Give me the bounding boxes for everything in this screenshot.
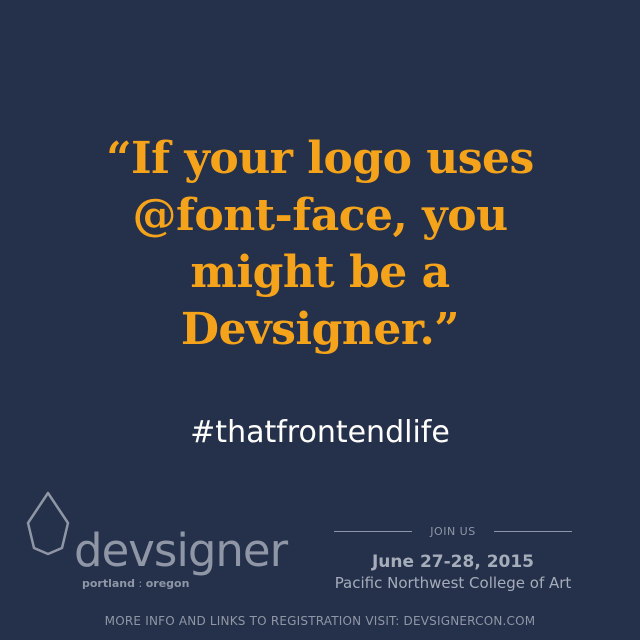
quote-line-3: might be a: [190, 247, 450, 298]
join-label: JOIN US: [430, 525, 476, 538]
quote-line-2: @font-face, you: [132, 190, 508, 241]
join-row: JOIN US: [322, 525, 584, 538]
logo-wordmark: devsigner: [74, 524, 288, 577]
event-date: June 27-28, 2015: [371, 552, 535, 572]
quote-line-1: “If your logo uses: [106, 133, 534, 184]
event-info: JOIN US June 27-28, 2015 Pacific Northwe…: [322, 525, 584, 592]
logo-location-separator: :: [135, 577, 146, 590]
drop-outline-icon: [26, 491, 70, 556]
logo-location-state: oregon: [145, 577, 190, 590]
quote-text: “If your logo uses @font-face, you might…: [0, 130, 640, 358]
logo-location: portland : oregon: [82, 577, 189, 590]
footer-text: MORE INFO AND LINKS TO REGISTRATION VISI…: [104, 614, 536, 628]
logo-location-city: portland: [82, 577, 136, 590]
quote-line-4: Devsigner.”: [180, 304, 460, 355]
event-venue: Pacific Northwest College of Art: [334, 574, 572, 592]
divider-left: [334, 531, 413, 532]
hashtag: #thatfrontendlife: [190, 415, 450, 450]
divider-right: [493, 531, 572, 532]
